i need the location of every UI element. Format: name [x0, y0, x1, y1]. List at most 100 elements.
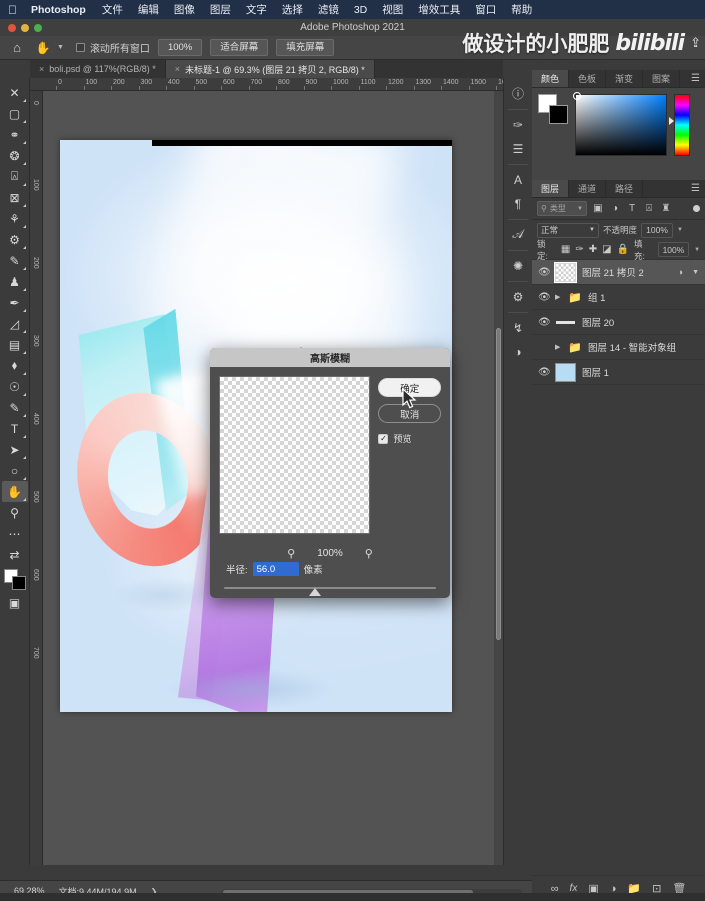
tab-color[interactable]: 颜色	[532, 70, 570, 87]
fill-value[interactable]: 100%	[657, 242, 690, 257]
layer-visibility-icon[interactable]: 👁	[538, 367, 551, 378]
adjustment-filter-icon[interactable]: ◑	[609, 203, 621, 214]
cancel-button[interactable]: 取消	[378, 404, 441, 423]
color-panel-swatches[interactable]	[538, 94, 568, 124]
brush-presets-icon[interactable]: ☰	[506, 137, 531, 160]
edit-toolbar-icon[interactable]: ⇄	[2, 544, 28, 565]
zoom-in-icon[interactable]: ⚲	[365, 547, 373, 560]
menu-item-help[interactable]: 帮助	[511, 2, 532, 17]
dodge-tool[interactable]: ☉	[2, 376, 28, 397]
tab-gradients[interactable]: 渐变	[606, 70, 644, 87]
panel-menu-icon[interactable]: ☰	[691, 74, 700, 84]
zoom-100-button[interactable]: 100%	[157, 38, 203, 57]
menu-item-filter[interactable]: 滤镜	[318, 2, 339, 17]
gradient-tool[interactable]: ▤	[2, 334, 28, 355]
chevron-down-icon[interactable]: ▼	[694, 247, 700, 253]
menu-item-window[interactable]: 窗口	[475, 2, 496, 17]
brush-tool[interactable]: ✎	[2, 250, 28, 271]
move-tool[interactable]: ✕	[2, 82, 28, 103]
layer-thumbnail[interactable]	[555, 313, 576, 332]
document-tab-boli[interactable]: × boli.psd @ 117%(RGB/8) *	[30, 60, 166, 78]
ok-button[interactable]: 确定	[378, 378, 441, 397]
color-picker-field[interactable]	[573, 92, 667, 156]
eyedropper-tool[interactable]: ⚘	[2, 208, 28, 229]
lock-all-icon[interactable]: 🔒	[617, 244, 629, 255]
scroll-all-windows-checkbox[interactable]: 滚动所有窗口	[75, 40, 150, 55]
blur-tool[interactable]: ⬧	[2, 355, 28, 376]
gaussian-blur-dialog[interactable]: 高斯模糊 确定 取消 ✓ 预览 ⚲ 100% ⚲ 半径: 56.0 像素	[210, 348, 450, 598]
minimize-window-button[interactable]	[21, 23, 29, 32]
layer-row-1[interactable]: 👁 图层 1	[532, 360, 705, 385]
home-icon[interactable]: ⌂	[8, 39, 26, 57]
shape-filter-icon[interactable]: ⍓	[643, 203, 655, 214]
character-panel-icon[interactable]: A	[506, 168, 531, 191]
fit-screen-button[interactable]: 适合屏幕	[210, 38, 269, 57]
blur-preview-thumbnail[interactable]	[219, 376, 371, 534]
frame-tool[interactable]: ⊠	[2, 187, 28, 208]
eraser-tool[interactable]: ◿	[2, 313, 28, 334]
layer-row-14-smart-object-group[interactable]: 👁 ▶ 📁 图层 14 - 智能对象组	[532, 335, 705, 360]
menu-item-edit[interactable]: 编辑	[138, 2, 159, 17]
quick-mask-icon[interactable]: ▣	[2, 592, 28, 613]
preview-checkbox[interactable]: ✓ 预览	[378, 432, 441, 445]
layer-visibility-icon[interactable]: 👁	[538, 292, 551, 303]
zoom-out-icon[interactable]: ⚲	[287, 547, 295, 560]
slider-handle[interactable]	[309, 588, 321, 596]
radius-input[interactable]: 56.0	[252, 562, 299, 576]
tab-layers[interactable]: 图层	[532, 180, 570, 197]
layer-row-21-copy-2[interactable]: 👁 图层 21 拷贝 2 ◑ ▼	[532, 260, 705, 285]
layer-visibility-icon[interactable]: 👁	[538, 342, 549, 353]
path-select-tool[interactable]: ➤	[2, 439, 28, 460]
maximize-window-button[interactable]	[34, 23, 42, 32]
chevron-down-icon[interactable]: ▼	[577, 206, 583, 212]
menu-item-view[interactable]: 视图	[382, 2, 403, 17]
history-brush-tool[interactable]: ✒	[2, 292, 28, 313]
libraries-panel-icon[interactable]: ✺	[506, 254, 531, 277]
menu-item-type[interactable]: 文字	[246, 2, 267, 17]
info-panel-icon[interactable]: ⓘ	[506, 82, 531, 105]
menu-item-select[interactable]: 选择	[282, 2, 303, 17]
apple-icon[interactable]: 	[8, 4, 17, 16]
smartobject-filter-icon[interactable]: ♜	[660, 203, 672, 214]
layer-filter-select[interactable]: ⚲ 类型 ▼	[537, 201, 587, 216]
chevron-right-icon[interactable]: ▶	[555, 343, 562, 351]
tab-paths[interactable]: 路径	[606, 180, 644, 197]
more-tools-icon[interactable]: ⋯	[2, 523, 28, 544]
background-color-swatch[interactable]	[11, 576, 26, 590]
pen-tool[interactable]: ✎	[2, 397, 28, 418]
panel-menu-icon[interactable]: ☰	[691, 184, 700, 194]
type-tool[interactable]: T	[2, 418, 28, 439]
histogram-panel-icon[interactable]: ↯	[506, 316, 531, 339]
canvas-vertical-scrollbar[interactable]	[494, 91, 503, 865]
hue-slider[interactable]	[669, 94, 690, 156]
type-filter-icon[interactable]: T	[626, 203, 638, 214]
tab-channels[interactable]: 通道	[569, 180, 607, 197]
menu-item-plugins[interactable]: 增效工具	[418, 2, 460, 17]
close-icon[interactable]: ×	[175, 64, 180, 74]
blend-mode-select[interactable]: 正常 ▼	[537, 222, 599, 238]
chevron-down-icon[interactable]: ▼	[692, 269, 699, 276]
marquee-tool[interactable]: ▢	[2, 103, 28, 124]
color-swatch-tool[interactable]	[2, 568, 28, 592]
quick-select-tool[interactable]: ❂	[2, 145, 28, 166]
healing-brush-tool[interactable]: ⚙	[2, 229, 28, 250]
document-tab-untitled[interactable]: × 未标题-1 @ 69.3% (图层 21 拷贝 2, RGB/8) *	[165, 60, 375, 78]
tab-swatches[interactable]: 色板	[569, 70, 607, 87]
opacity-value[interactable]: 100%	[641, 222, 674, 238]
hand-tool-icon[interactable]: ✋	[34, 39, 52, 57]
scrollbar-thumb[interactable]	[496, 328, 501, 640]
chevron-right-icon[interactable]: ▶	[555, 293, 562, 301]
lock-position-icon[interactable]: ✚	[589, 244, 597, 255]
close-window-button[interactable]	[8, 23, 16, 32]
close-icon[interactable]: ×	[39, 64, 44, 74]
background-color-swatch[interactable]	[549, 105, 568, 124]
menu-item-file[interactable]: 文件	[102, 2, 123, 17]
crop-tool[interactable]: ⍓	[2, 166, 28, 187]
lock-artboard-icon[interactable]: ◪	[602, 244, 611, 255]
layer-row-group-1[interactable]: 👁 ▶ 📁 组 1	[532, 285, 705, 310]
menu-item-layer[interactable]: 图层	[210, 2, 231, 17]
smartobject-icon[interactable]: ◑	[678, 267, 683, 277]
tab-patterns[interactable]: 图案	[643, 70, 681, 87]
menu-item-3d[interactable]: 3D	[354, 4, 367, 16]
paragraph-panel-icon[interactable]: ¶	[506, 192, 531, 215]
